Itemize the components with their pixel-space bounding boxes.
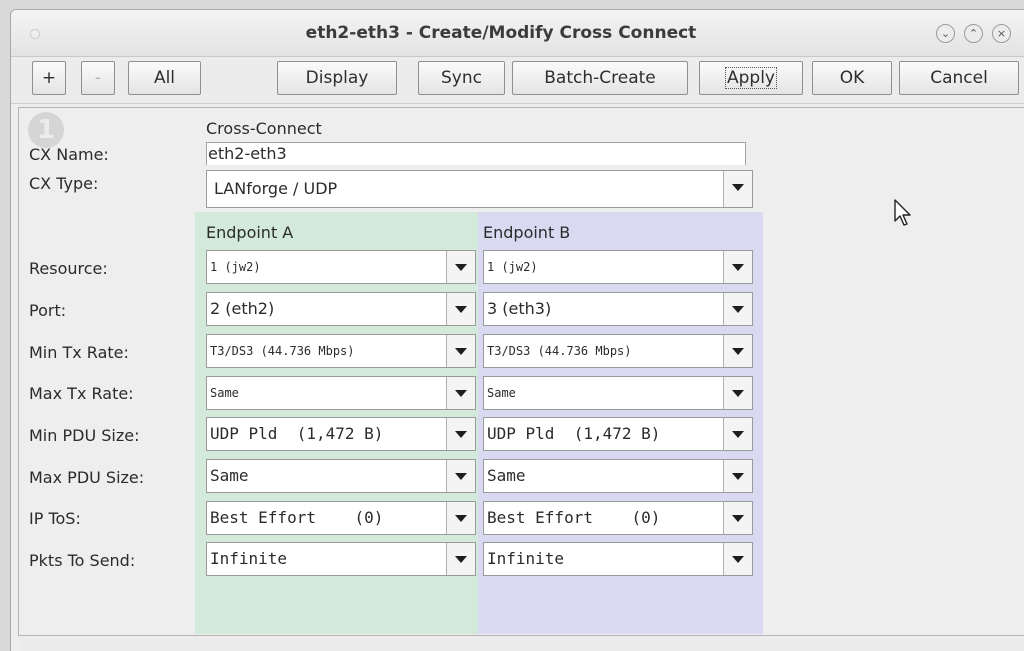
title-bar[interactable]: eth2-eth3 - Create/Modify Cross Connect …	[11, 10, 1024, 57]
resource-label: Resource:	[29, 259, 108, 278]
dropdown-arrow-icon	[446, 543, 475, 575]
dropdown-arrow-icon	[446, 335, 475, 367]
batch-create-button-label: Batch-Create	[544, 68, 656, 88]
remove-button-label: -	[94, 68, 102, 88]
min-pdu-size-b-select[interactable]: UDP Pld (1,472 B)	[483, 417, 753, 451]
ok-button[interactable]: OK	[812, 61, 892, 95]
sync-button-label: Sync	[441, 68, 482, 88]
dropdown-arrow-icon	[446, 251, 475, 283]
port-label: Port:	[29, 301, 67, 320]
resource-b-value: 1 (jw2)	[487, 260, 538, 274]
dropdown-arrow-icon	[723, 377, 752, 409]
ip-tos-label: IP ToS:	[29, 509, 81, 528]
resource-b-select[interactable]: 1 (jw2)	[483, 250, 753, 284]
max-tx-rate-a-value: Same	[210, 386, 239, 400]
dropdown-arrow-icon	[446, 418, 475, 450]
all-button-label: All	[153, 68, 176, 88]
cross-connect-window: eth2-eth3 - Create/Modify Cross Connect …	[10, 9, 1024, 651]
mouse-cursor-icon	[894, 199, 911, 226]
cx-name-input[interactable]: eth2-eth3	[206, 142, 746, 165]
cx-type-select[interactable]: LANforge / UDP	[206, 170, 753, 208]
step-badge: 1	[28, 112, 64, 148]
max-pdu-size-label: Max PDU Size:	[29, 468, 145, 487]
dropdown-arrow-icon	[723, 293, 752, 325]
bottom-edge	[18, 635, 1024, 651]
pkts-to-send-b-select[interactable]: Infinite	[483, 542, 753, 576]
dropdown-arrow-icon	[723, 335, 752, 367]
cx-name-value: eth2-eth3	[208, 144, 287, 163]
cancel-button-label: Cancel	[930, 68, 988, 88]
port-b-select[interactable]: 3 (eth3)	[483, 292, 753, 326]
max-tx-rate-a-select[interactable]: Same	[206, 376, 476, 410]
dropdown-arrow-icon	[446, 377, 475, 409]
ip-tos-b-select[interactable]: Best Effort (0)	[483, 501, 753, 535]
dropdown-arrow-icon	[446, 293, 475, 325]
min-tx-rate-b-value: T3/DS3 (44.736 Mbps)	[487, 344, 632, 358]
min-pdu-size-b-value: UDP Pld (1,472 B)	[487, 424, 661, 443]
resource-a-value: 1 (jw2)	[210, 260, 261, 274]
max-tx-rate-label: Max Tx Rate:	[29, 384, 134, 403]
dropdown-arrow-icon	[723, 502, 752, 534]
ip-tos-a-value: Best Effort (0)	[210, 508, 384, 527]
form-panel: 1 Cross-Connect CX Name: eth2-eth3 CX Ty…	[18, 107, 1024, 637]
pkts-to-send-b-value: Infinite	[487, 549, 565, 568]
port-b-value: 3 (eth3)	[487, 299, 552, 318]
resource-a-select[interactable]: 1 (jw2)	[206, 250, 476, 284]
apply-button-label: Apply	[725, 67, 777, 89]
ok-button-label: OK	[839, 68, 865, 88]
maximize-icon[interactable]: ⌃	[964, 24, 983, 43]
ip-tos-b-value: Best Effort (0)	[487, 508, 661, 527]
display-button[interactable]: Display	[277, 61, 397, 95]
ip-tos-a-select[interactable]: Best Effort (0)	[206, 501, 476, 535]
close-icon[interactable]: ×	[992, 24, 1011, 43]
dropdown-arrow-icon	[723, 171, 752, 207]
max-pdu-size-b-value: Same	[487, 466, 526, 485]
max-pdu-size-a-value: Same	[210, 466, 249, 485]
minimize-icon[interactable]: ⌄	[936, 24, 955, 43]
dropdown-arrow-icon	[723, 543, 752, 575]
min-pdu-size-a-value: UDP Pld (1,472 B)	[210, 424, 384, 443]
dropdown-arrow-icon	[446, 502, 475, 534]
remove-button[interactable]: -	[81, 61, 115, 95]
min-tx-rate-a-select[interactable]: T3/DS3 (44.736 Mbps)	[206, 334, 476, 368]
toolbar: + - All Display Sync Batch-Create Apply …	[11, 57, 1024, 104]
add-button-label: +	[41, 68, 57, 88]
display-button-label: Display	[305, 68, 369, 88]
min-pdu-size-a-select[interactable]: UDP Pld (1,472 B)	[206, 417, 476, 451]
min-tx-rate-a-value: T3/DS3 (44.736 Mbps)	[210, 344, 355, 358]
dropdown-arrow-icon	[723, 418, 752, 450]
pkts-to-send-label: Pkts To Send:	[29, 551, 136, 570]
port-a-select[interactable]: 2 (eth2)	[206, 292, 476, 326]
min-tx-rate-b-select[interactable]: T3/DS3 (44.736 Mbps)	[483, 334, 753, 368]
pkts-to-send-a-select[interactable]: Infinite	[206, 542, 476, 576]
sync-button[interactable]: Sync	[418, 61, 505, 95]
max-pdu-size-b-select[interactable]: Same	[483, 459, 753, 493]
batch-create-button[interactable]: Batch-Create	[512, 61, 688, 95]
endpoint-a-title: Endpoint A	[206, 223, 294, 242]
add-button[interactable]: +	[32, 61, 66, 95]
endpoint-b-title: Endpoint B	[483, 223, 571, 242]
all-button[interactable]: All	[128, 61, 201, 95]
apply-button[interactable]: Apply	[699, 61, 803, 95]
cx-type-value: LANforge / UDP	[214, 179, 338, 198]
dropdown-arrow-icon	[723, 251, 752, 283]
section-title: Cross-Connect	[206, 119, 322, 138]
max-tx-rate-b-value: Same	[487, 386, 516, 400]
cx-type-label: CX Type:	[29, 174, 99, 193]
min-pdu-size-label: Min PDU Size:	[29, 426, 140, 445]
min-tx-rate-label: Min Tx Rate:	[29, 343, 129, 362]
dropdown-arrow-icon	[446, 460, 475, 492]
cancel-button[interactable]: Cancel	[899, 61, 1019, 95]
cx-name-label: CX Name:	[29, 145, 109, 164]
dropdown-arrow-icon	[723, 460, 752, 492]
pkts-to-send-a-value: Infinite	[210, 549, 288, 568]
window-title: eth2-eth3 - Create/Modify Cross Connect	[305, 23, 697, 43]
port-a-value: 2 (eth2)	[210, 299, 275, 318]
max-pdu-size-a-select[interactable]: Same	[206, 459, 476, 493]
max-tx-rate-b-select[interactable]: Same	[483, 376, 753, 410]
